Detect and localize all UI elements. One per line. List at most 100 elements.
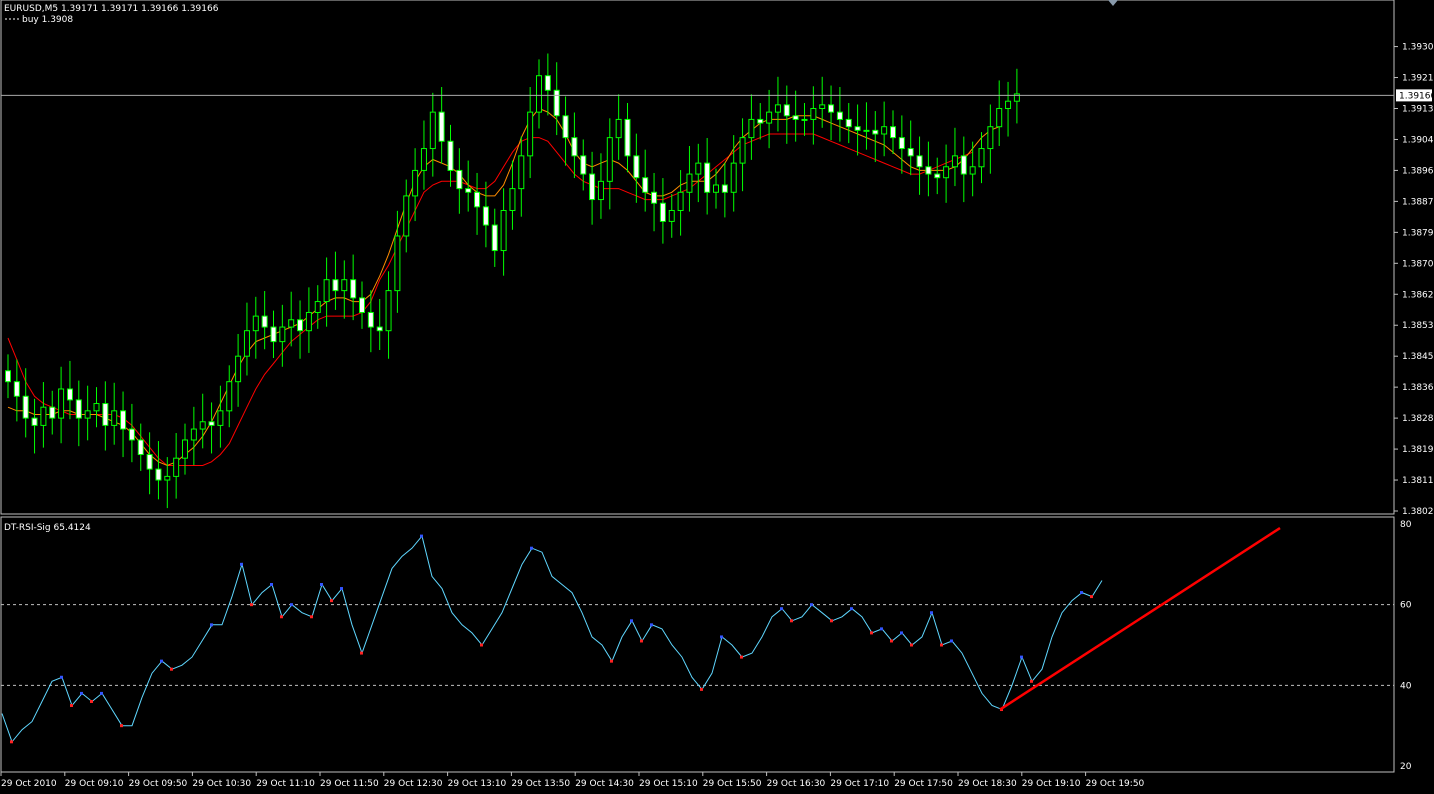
- bull-candle-body: [199, 421, 206, 430]
- bear-candle-body: [208, 421, 215, 426]
- bull-candle-body: [40, 406, 47, 426]
- price-tick-label: 1.38450: [1402, 352, 1434, 362]
- bear-candle-body: [898, 137, 905, 150]
- bear-candle-body: [456, 169, 463, 190]
- rsi-peak-dot: [880, 627, 883, 631]
- price-tick-label: 1.38705: [1402, 259, 1434, 269]
- rsi-peak-dot: [320, 583, 323, 586]
- bull-candle-body: [403, 195, 410, 237]
- bear-candle-body: [960, 155, 967, 175]
- mt4-chart-window[interactable]: 1.39300 1.39215 1.39130 1.39045 1.38960 1.388…: [0, 0, 1434, 794]
- bull-candle-body: [93, 403, 100, 412]
- bear-candle-body: [562, 115, 569, 139]
- rsi-trough-dot: [1090, 595, 1093, 599]
- bear-candle-body: [916, 155, 923, 168]
- rsi-peak-dot: [160, 659, 163, 663]
- time-tick-label: 29 Oct 17:50: [894, 779, 953, 789]
- bull-candle-body: [243, 330, 250, 357]
- bear-candle-body: [792, 115, 799, 120]
- order-label: buy 1.3908: [22, 15, 73, 25]
- rsi-peak-dot: [720, 635, 723, 639]
- bull-candle-body: [987, 126, 994, 150]
- bull-candle-body: [730, 162, 737, 193]
- bull-candle-body: [111, 410, 118, 426]
- bull-candle-body: [173, 457, 180, 477]
- time-tick-label: 29 Oct 13:10: [448, 779, 507, 789]
- price-tick-label: 1.39215: [1402, 74, 1434, 84]
- time-tick-label: 29 Oct 15:10: [639, 779, 698, 789]
- bear-candle-body: [75, 399, 82, 419]
- bull-candle-body: [252, 315, 259, 332]
- bear-candle-body: [854, 126, 861, 131]
- bull-candle-body: [1005, 100, 1012, 109]
- rsi-peak-dot: [850, 607, 853, 611]
- rsi-peak-dot: [240, 562, 243, 566]
- rsi-peak-dot: [100, 691, 103, 695]
- rsi-trough-dot: [90, 699, 93, 703]
- bull-candle-body: [518, 155, 525, 190]
- bull-candle-body: [597, 180, 604, 201]
- rsi-trough-dot: [940, 643, 943, 647]
- bear-candle-body: [845, 118, 852, 128]
- rsi-trough-dot: [910, 643, 913, 647]
- bull-candle-body: [84, 410, 91, 419]
- bear-candle-body: [332, 279, 339, 292]
- shift-marker-icon[interactable]: [1108, 0, 1118, 6]
- rsi-trough-dot: [480, 643, 483, 647]
- bear-candle-body: [491, 224, 498, 252]
- rsi-trough-dot: [640, 639, 643, 643]
- bull-candle-body: [615, 118, 622, 139]
- time-tick-label: 29 Oct 15:50: [703, 779, 762, 789]
- rsi-trough-dot: [700, 687, 703, 691]
- bear-candle-body: [474, 191, 481, 208]
- bear-candle-body: [376, 326, 383, 332]
- indicator-label: DT-RSI-Sig 65.4124: [4, 523, 91, 533]
- rsi-indicator-window[interactable]: 80 60 40 20 DT-RSI-Sig 65.4124: [0, 516, 1412, 773]
- rsi-trough-dot: [170, 667, 173, 671]
- bear-candle-body: [438, 111, 445, 142]
- rsi-trough-dot: [870, 631, 873, 635]
- bull-candle-body: [527, 111, 534, 157]
- price-tick-label: 1.38960: [1402, 166, 1434, 176]
- bull-candle-body: [509, 188, 516, 211]
- trendline[interactable]: [999, 526, 1281, 711]
- bear-candle-body: [544, 75, 551, 91]
- bull-candle-body: [58, 388, 65, 419]
- bull-candle-body: [217, 410, 224, 426]
- time-axis[interactable]: 29 Oct 2010 29 Oct 09:10 29 Oct 09:50 29 Oc…: [0, 772, 1145, 789]
- rsi-peak-dot: [340, 587, 343, 591]
- bull-candle-body: [819, 104, 826, 109]
- bear-candle-body: [137, 439, 144, 456]
- bear-candle-body: [102, 403, 109, 426]
- fast-ma-line: [7, 107, 1000, 467]
- bull-candle-body: [677, 191, 684, 211]
- bull-candle-body: [686, 173, 693, 193]
- bear-candle-body: [571, 137, 578, 157]
- rsi-peak-dot: [290, 603, 293, 607]
- bull-candle-body: [420, 148, 427, 171]
- rsi-trough-dot: [10, 740, 13, 744]
- price-tick-label: 1.39045: [1402, 135, 1434, 145]
- price-tick-label: 1.38365: [1402, 383, 1434, 393]
- chart-canvas[interactable]: 1.39300 1.39215 1.39130 1.39045 1.38960 1.388…: [0, 0, 1434, 794]
- bull-candle-body: [279, 326, 286, 343]
- price-tick-label: 1.38195: [1402, 445, 1434, 455]
- bear-candle-body: [659, 202, 666, 222]
- rsi-axis[interactable]: 80 60 40 20: [1400, 520, 1412, 772]
- price-chart[interactable]: 1.39300 1.39215 1.39130 1.39045 1.38960 1.388…: [0, 0, 1434, 517]
- time-tick-label: 29 Oct 14:30: [575, 779, 634, 789]
- bull-candle-body: [323, 279, 330, 303]
- bull-candle-body: [951, 155, 958, 168]
- rsi-peak-dot: [210, 623, 213, 627]
- rsi-tick-label: 40: [1400, 681, 1412, 691]
- rsi-peak-dot: [270, 583, 273, 586]
- rsi-level-lines: [1, 604, 1394, 686]
- bull-candle-body: [288, 319, 295, 328]
- bull-candle-body: [606, 137, 613, 182]
- bull-candle-body: [978, 148, 985, 168]
- bull-candle-body: [748, 118, 755, 139]
- price-axis[interactable]: 1.39300 1.39215 1.39130 1.39045 1.38960 1.388…: [1394, 43, 1434, 517]
- rsi-trough-dot: [740, 655, 743, 659]
- rsi-trough-dot: [330, 599, 333, 603]
- rsi-peak-dot: [630, 619, 633, 623]
